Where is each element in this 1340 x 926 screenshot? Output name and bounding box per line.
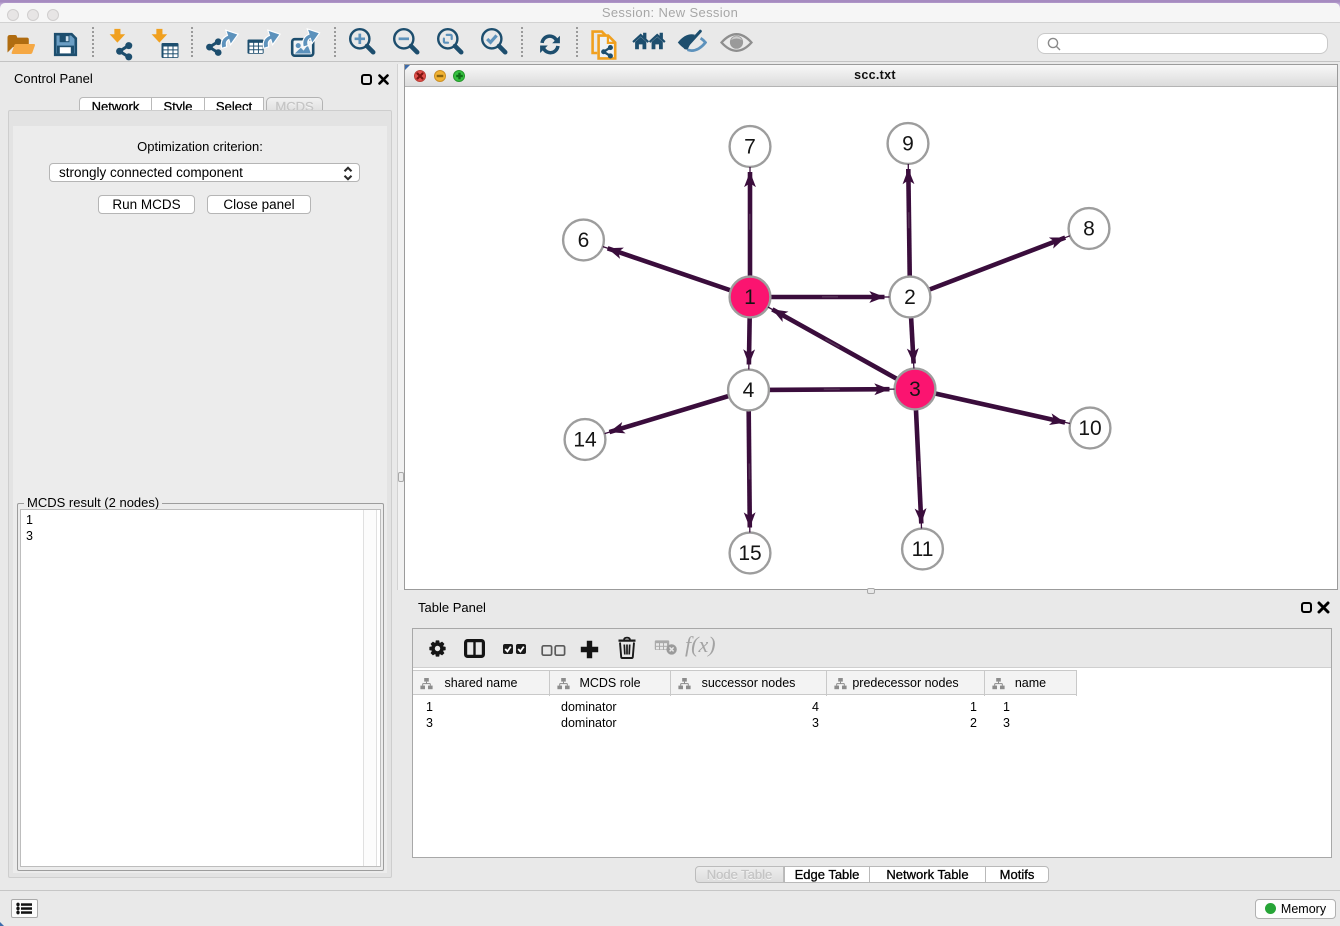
svg-text:7: 7 bbox=[744, 136, 756, 159]
svg-text:3: 3 bbox=[909, 378, 921, 401]
svg-text:15: 15 bbox=[738, 542, 761, 565]
svg-text:10: 10 bbox=[1078, 417, 1101, 440]
svg-text:14: 14 bbox=[573, 429, 597, 452]
svg-text:1: 1 bbox=[744, 286, 756, 309]
svg-text:9: 9 bbox=[902, 133, 914, 156]
svg-text:4: 4 bbox=[743, 379, 755, 402]
svg-text:2: 2 bbox=[904, 286, 916, 309]
svg-text:8: 8 bbox=[1083, 218, 1095, 241]
svg-text:11: 11 bbox=[912, 538, 934, 561]
svg-text:6: 6 bbox=[578, 229, 590, 252]
